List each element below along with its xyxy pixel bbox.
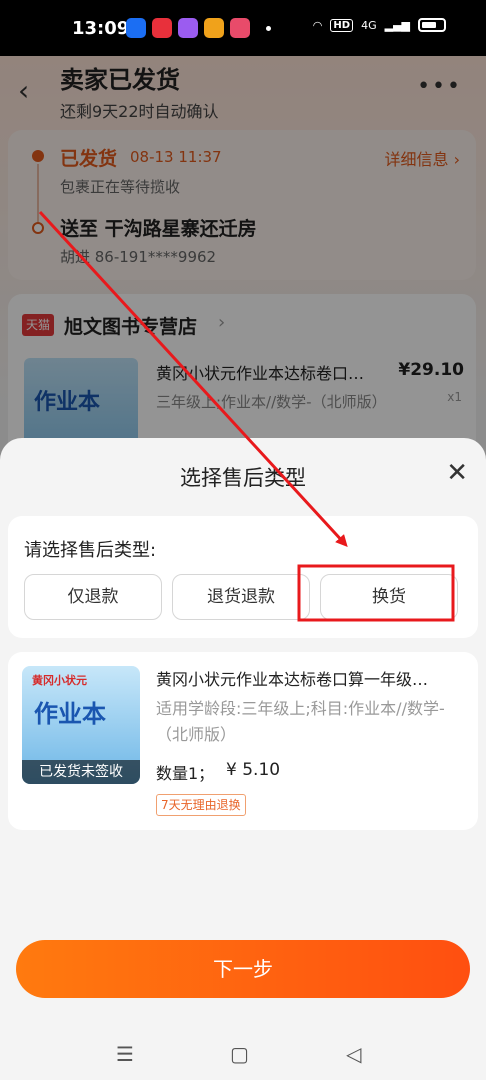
product-title: 黄冈小状元作业本达标卷口算一年级… [156,670,429,689]
cover-brand: 黄冈小状元 [32,674,87,687]
close-icon[interactable]: ✕ [446,460,468,486]
after-sale-type-sheet: 选择售后类型 ✕ 请选择售后类型: 仅退款 退货退款 换货 黄冈小状元 作业本 … [0,438,486,1080]
more-notifications-dot [266,26,271,31]
app-notification-icon [204,18,224,38]
shipping-status-badge: 已发货未签收 [22,760,140,784]
cover-title: 作业本 [34,700,106,728]
refund-only-button[interactable]: 仅退款 [24,574,162,620]
status-time: 13:09 [72,18,130,39]
menu-icon[interactable]: ☰ [116,1042,134,1066]
signal-label: 4G [361,18,377,32]
status-right: ◠ HD 4G ▂▄▆ [313,18,446,32]
hd-badge: HD [330,18,354,32]
exchange-button[interactable]: 换货 [320,574,458,620]
sheet-title: 选择售后类型 [180,466,306,490]
status-app-icons [126,18,271,38]
return-refund-button[interactable]: 退货退款 [172,574,310,620]
home-icon[interactable]: ▢ [230,1042,249,1066]
next-step-button[interactable]: 下一步 [16,940,470,998]
signal-icon: ▂▄▆ [384,18,410,32]
type-prompt: 请选择售后类型: [24,540,157,561]
app-notification-icon [126,18,146,38]
return-policy-tag: 7天无理由退换 [156,794,246,816]
wifi-icon: ◠ [312,18,323,32]
app-notification-icon [230,18,250,38]
product-spec: 适用学龄段:三年级上;科目:作业本//数学-（北师版） [156,699,445,744]
product-price: ¥ 5.10 [226,760,281,780]
app-notification-icon [152,18,172,38]
after-sale-product-card: 黄冈小状元 作业本 已发货未签收 黄冈小状元作业本达标卷口算一年级… 适用学龄段… [8,652,478,830]
battery-icon [418,18,446,32]
type-selection-card: 请选择售后类型: 仅退款 退货退款 换货 [8,516,478,638]
app-notification-icon [178,18,198,38]
status-bar: 13:09 ◠ HD 4G ▂▄▆ [0,0,486,56]
system-nav-bar: ☰ ▢ ◁ [0,1018,486,1080]
back-nav-icon[interactable]: ◁ [346,1042,361,1066]
product-quantity: 数量1； [156,764,215,783]
